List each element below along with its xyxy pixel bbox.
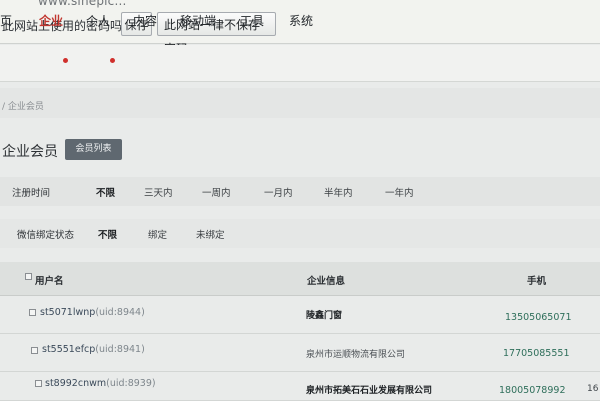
user-id: (uid:8941) — [95, 344, 145, 355]
address-bar-url[interactable]: www.sinepic... — [38, 0, 127, 8]
row-edge-text: 16 — [587, 384, 599, 394]
username-link[interactable]: st5071lwnp(uid:8944) — [40, 307, 145, 318]
phone-number: 18005078992 — [499, 385, 566, 396]
reg-time-option-1week[interactable]: 一周内 — [202, 185, 231, 199]
nav-item-content[interactable]: 内容 — [133, 12, 157, 29]
company-name: 陵鑫门窗 — [306, 311, 343, 321]
phone-number: 17705085551 — [503, 348, 570, 359]
row-checkbox[interactable] — [29, 309, 36, 316]
nav-item-mobile[interactable]: 移动端 — [180, 12, 216, 29]
nav-item-system[interactable]: 系统 — [289, 12, 313, 29]
company-name: 泉州市拓美石石业发展有限公司 — [306, 386, 433, 396]
column-username[interactable]: 用户名 — [35, 273, 64, 287]
row-checkbox[interactable] — [35, 380, 42, 387]
username-link[interactable]: st8992cnwm(uid:8939) — [45, 378, 156, 389]
main-nav — [0, 45, 600, 82]
user-id: (uid:8944) — [95, 307, 145, 318]
password-save-prompt: 此网站上使用的密码吗？ — [2, 19, 135, 33]
user-id: (uid:8939) — [106, 378, 156, 389]
table-header — [0, 262, 600, 296]
reg-time-option-halfyear[interactable]: 半年内 — [324, 185, 353, 199]
reg-time-filter-row — [0, 177, 600, 206]
row-checkbox[interactable] — [31, 347, 38, 354]
username-text: st5071lwnp — [40, 307, 96, 318]
column-company: 企业信息 — [307, 276, 346, 287]
username-text: st8992cnwm — [45, 378, 107, 389]
wechat-option-any[interactable]: 不限 — [98, 227, 117, 241]
wechat-option-bound[interactable]: 绑定 — [148, 227, 167, 241]
reg-time-label: 注册时间 — [12, 188, 51, 199]
page-title: 企业会员 — [2, 144, 58, 160]
wechat-option-unbound[interactable]: 未绑定 — [196, 227, 225, 241]
reg-time-option-any[interactable]: 不限 — [96, 185, 115, 199]
username-link[interactable]: st5551efcp(uid:8941) — [42, 344, 145, 355]
reg-time-option-1year[interactable]: 一年内 — [385, 185, 414, 199]
select-all-checkbox[interactable] — [25, 273, 32, 280]
reg-time-option-3days[interactable]: 三天内 — [144, 185, 173, 199]
reg-time-option-1month[interactable]: 一月内 — [264, 185, 293, 199]
company-name: 泉州市运顺物流有限公司 — [306, 350, 406, 360]
personal-notification-dot — [110, 58, 115, 63]
breadcrumb-bar — [0, 88, 600, 118]
wechat-filter-row — [0, 219, 600, 248]
nav-item-home[interactable]: 页 — [0, 12, 12, 29]
column-phone: 手机 — [527, 276, 547, 287]
wechat-status-label: 微信绑定状态 — [17, 230, 75, 241]
breadcrumb: / 企业会员 — [2, 102, 44, 112]
nav-item-enterprise[interactable]: 企业 — [39, 12, 63, 29]
nav-item-tools[interactable]: 工具 — [240, 12, 264, 29]
nav-item-personal[interactable]: 个人 — [86, 12, 110, 29]
enterprise-notification-dot — [63, 58, 68, 63]
username-text: st5551efcp — [42, 344, 96, 355]
member-list-button[interactable]: 会员列表 — [65, 139, 122, 160]
phone-number: 13505065071 — [505, 312, 572, 323]
